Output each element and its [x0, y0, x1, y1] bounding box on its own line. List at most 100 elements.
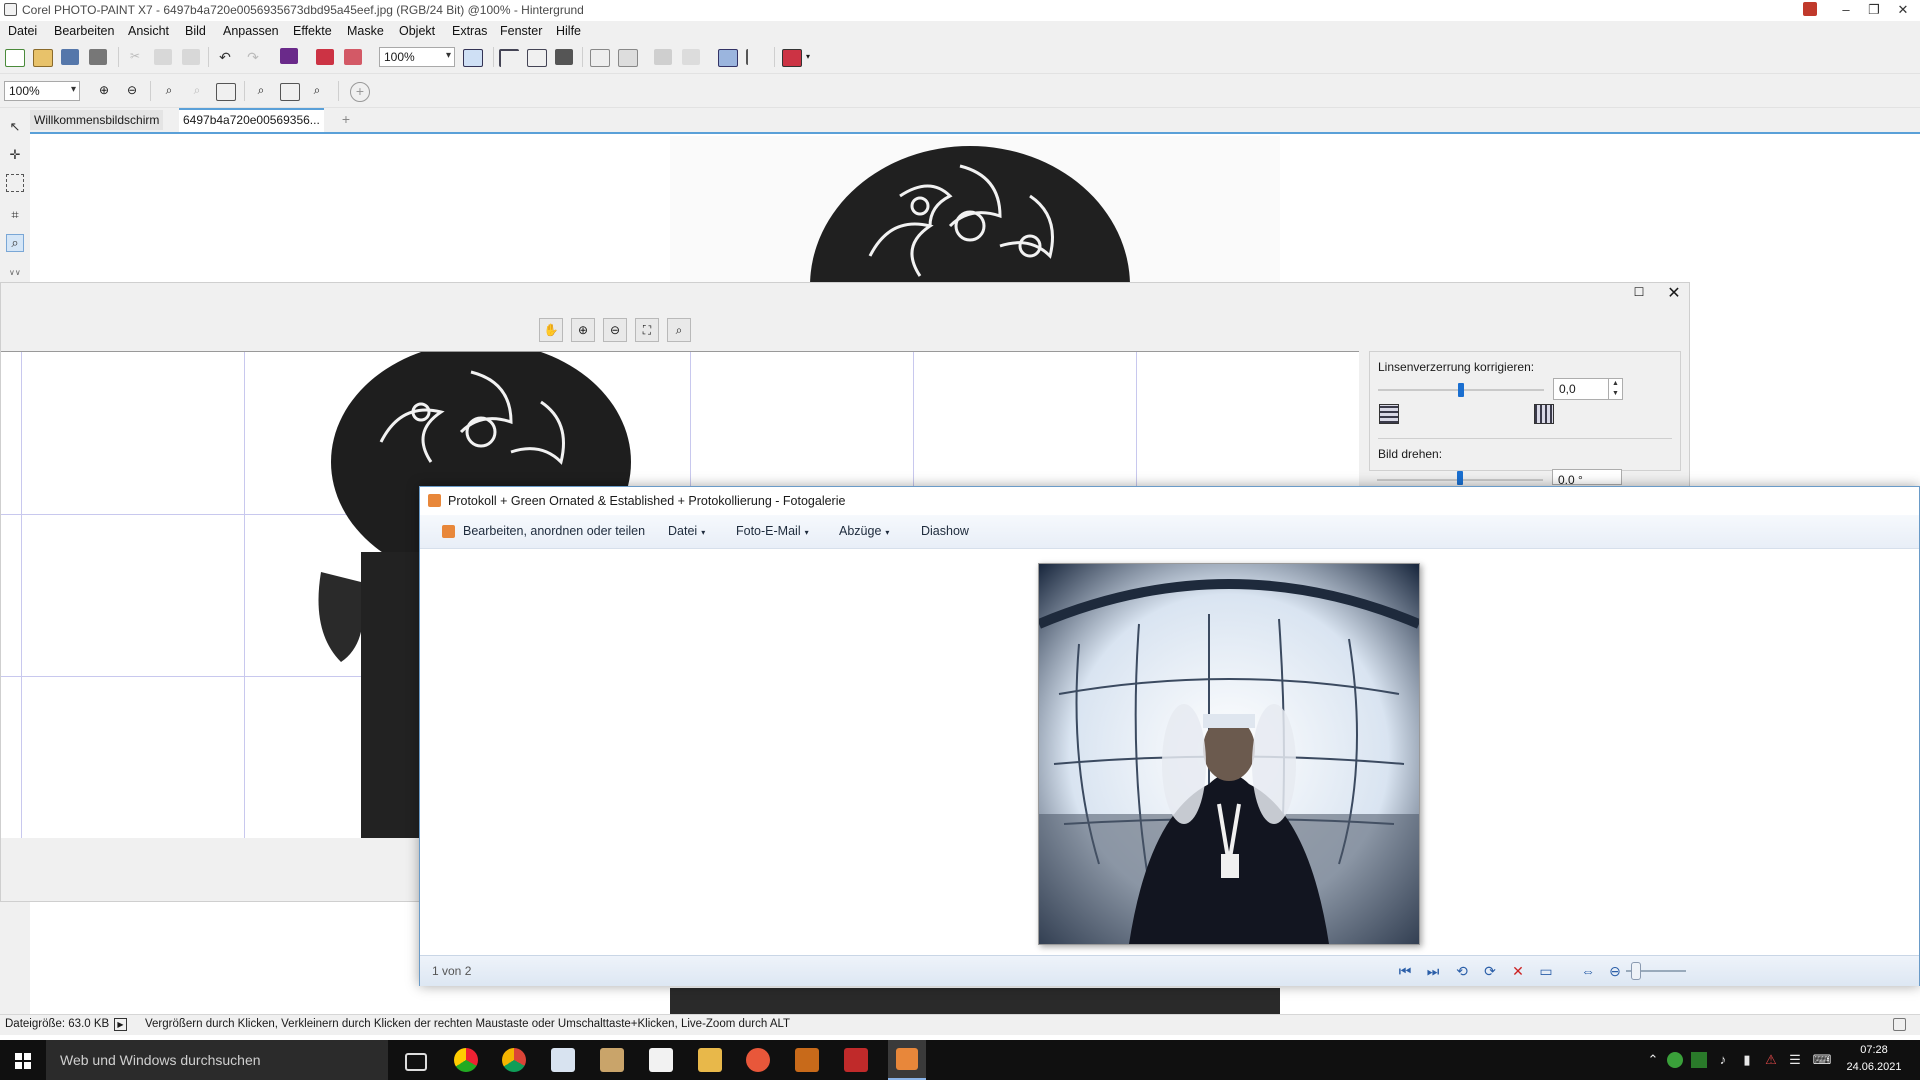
new-tab-icon[interactable]: +: [337, 111, 355, 129]
zoom-100-icon[interactable]: ⌕: [667, 318, 691, 342]
transform-tool-icon[interactable]: ✛: [6, 146, 24, 164]
add-icon[interactable]: +: [350, 82, 370, 102]
document-image[interactable]: [670, 136, 1280, 282]
photo-viewer-icon[interactable]: [551, 1048, 575, 1072]
launch-app-icon[interactable]: [782, 49, 802, 67]
paint-icon[interactable]: [795, 1048, 819, 1072]
open-folder-icon[interactable]: [33, 49, 53, 67]
tab-document[interactable]: 6497b4a720e00569356...: [179, 108, 324, 132]
gallery-menu-edit[interactable]: Bearbeiten, anordnen oder teilen: [463, 524, 645, 538]
property-zoom-select[interactable]: 100% ▾: [4, 81, 80, 101]
menu-effekte[interactable]: Effekte: [293, 24, 332, 38]
zoom-out-icon[interactable]: ⊖: [603, 318, 627, 342]
zoom-out-icon[interactable]: ⊖: [123, 83, 141, 99]
gallery-menu-file[interactable]: Datei ▾: [668, 524, 705, 538]
user-profile-icon[interactable]: [1803, 2, 1817, 16]
clock-date[interactable]: 24.06.2021: [1844, 1061, 1904, 1073]
gallery-menu-email[interactable]: Foto-E-Mail ▾: [736, 524, 809, 538]
zoom-out-icon[interactable]: ⊖: [1606, 963, 1624, 979]
guidelines-icon[interactable]: [527, 49, 547, 67]
zoom-to-fit-icon[interactable]: ⌕: [188, 83, 206, 99]
menu-hilfe[interactable]: Hilfe: [556, 24, 581, 38]
browser-icon[interactable]: [746, 1048, 770, 1072]
menu-maske[interactable]: Maske: [347, 24, 384, 38]
battery-warning-icon[interactable]: ⚠: [1763, 1052, 1779, 1068]
close-icon[interactable]: ✕: [1888, 0, 1918, 21]
delete-icon[interactable]: ✕: [1509, 963, 1527, 979]
menu-ansicht[interactable]: Ansicht: [128, 24, 169, 38]
zoom-slider-thumb[interactable]: [1631, 962, 1641, 980]
zoom-to-window-icon[interactable]: [216, 83, 236, 101]
gallery-photo[interactable]: [1038, 563, 1420, 945]
security-icon[interactable]: [1667, 1052, 1683, 1068]
gallery-menu-prints[interactable]: Abzüge ▾: [839, 524, 889, 538]
menu-extras[interactable]: Extras: [452, 24, 487, 38]
play-icon[interactable]: ▶: [114, 1018, 127, 1031]
mask-overlay-icon[interactable]: [590, 49, 610, 67]
rotate-slider-thumb[interactable]: [1457, 471, 1463, 485]
distortion-input[interactable]: 0,0 ▲ ▼: [1553, 378, 1623, 400]
windows-start-button[interactable]: [0, 1040, 46, 1080]
menu-bearbeiten[interactable]: Bearbeiten: [54, 24, 114, 38]
rotate-input[interactable]: 0,0 °: [1552, 469, 1622, 485]
keyboard-icon[interactable]: ⌨: [1811, 1052, 1833, 1068]
chevron-down-icon[interactable]: ▾: [806, 52, 810, 61]
crop-tool-icon[interactable]: ⌗: [6, 206, 24, 224]
save-icon[interactable]: [61, 49, 79, 65]
zoom-width-icon[interactable]: ⌕: [252, 83, 270, 99]
image-adjustment-icon[interactable]: [718, 49, 738, 67]
acrobat-icon[interactable]: [649, 1048, 673, 1072]
distortion-slider-thumb[interactable]: [1458, 383, 1464, 397]
undo-icon[interactable]: ↶: [216, 49, 234, 65]
chevron-up-icon[interactable]: ⌃: [1645, 1052, 1661, 1068]
nvidia-icon[interactable]: [1691, 1052, 1707, 1068]
zoom-level-select[interactable]: 100% ▾: [379, 47, 455, 67]
corel-connect-icon[interactable]: [280, 48, 298, 64]
chrome-canary-icon[interactable]: [454, 1048, 478, 1072]
volume-icon[interactable]: ♪: [1715, 1052, 1731, 1068]
menu-anpassen[interactable]: Anpassen: [223, 24, 279, 38]
paste-icon[interactable]: [182, 49, 200, 65]
status-settings-icon[interactable]: [1893, 1018, 1906, 1031]
menu-datei[interactable]: Datei: [8, 24, 37, 38]
actual-size-icon[interactable]: ⇔: [1579, 963, 1597, 979]
new-file-icon[interactable]: [5, 49, 25, 67]
mask-tool-icon[interactable]: [6, 174, 24, 192]
full-screen-preview-icon[interactable]: [463, 49, 483, 67]
spin-down-icon[interactable]: ▼: [1608, 389, 1622, 399]
menu-fenster[interactable]: Fenster: [500, 24, 542, 38]
cut-icon[interactable]: ✂: [126, 49, 144, 65]
zoom-to-100-icon[interactable]: ⌕: [160, 83, 178, 99]
previous-icon[interactable]: ⏮: [1396, 963, 1414, 979]
export-icon[interactable]: [344, 49, 362, 65]
zoom-height-icon[interactable]: [280, 83, 300, 101]
taskbar-search-box[interactable]: Web und Windows durchsuchen: [46, 1040, 388, 1080]
gallery-menu-slideshow[interactable]: Diashow: [921, 524, 969, 538]
zoom-to-fit-icon[interactable]: ⛶: [635, 318, 659, 342]
import-icon[interactable]: [316, 49, 334, 65]
zoom-all-icon[interactable]: ⌕: [308, 83, 326, 99]
rotate-right-icon[interactable]: ⟳: [1481, 963, 1499, 979]
snap-icon[interactable]: [555, 49, 573, 65]
redo-icon[interactable]: ↷: [244, 49, 262, 65]
minimize-icon[interactable]: –: [1831, 0, 1861, 21]
restore-icon[interactable]: ❐: [1859, 0, 1889, 21]
next-icon[interactable]: ⏭: [1424, 963, 1442, 979]
menu-bild[interactable]: Bild: [185, 24, 206, 38]
rotate-left-icon[interactable]: ⟲: [1453, 963, 1471, 979]
zoom-in-icon[interactable]: ⊕: [95, 83, 113, 99]
file-explorer-icon[interactable]: [698, 1048, 722, 1072]
zoom-tool-icon[interactable]: ⌕: [6, 234, 24, 252]
pan-icon[interactable]: ✋: [539, 318, 563, 342]
network-icon[interactable]: ▮: [1739, 1052, 1755, 1068]
image-tool-icon[interactable]: [600, 1048, 624, 1072]
pick-tool-icon[interactable]: ↖: [6, 118, 24, 136]
corel-taskbar-button[interactable]: [888, 1040, 926, 1080]
chrome-icon[interactable]: [502, 1048, 526, 1072]
zoom-in-icon[interactable]: ⊕: [571, 318, 595, 342]
menu-objekt[interactable]: Objekt: [399, 24, 435, 38]
notification-icon[interactable]: ☰: [1787, 1052, 1803, 1068]
slideshow-icon[interactable]: ▭: [1537, 963, 1555, 979]
toolbox-scroll-icon[interactable]: ∨∨: [9, 268, 21, 277]
task-view-icon[interactable]: [405, 1053, 427, 1071]
